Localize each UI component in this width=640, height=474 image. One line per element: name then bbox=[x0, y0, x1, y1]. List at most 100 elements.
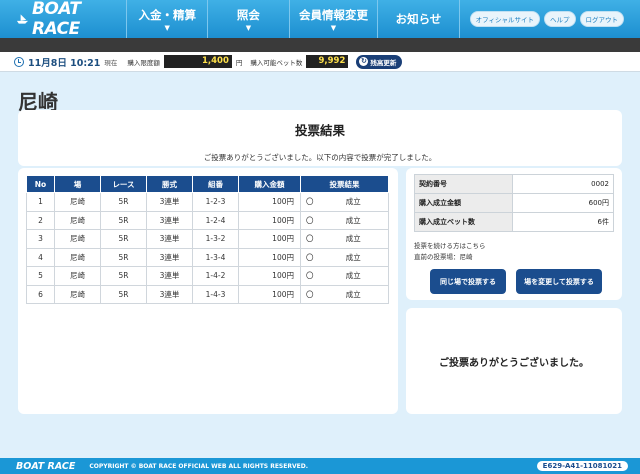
boat-logo-icon bbox=[16, 14, 29, 24]
footer-logo: BOAT RACE bbox=[16, 460, 76, 472]
summary-row: 購入成立金額 600円 bbox=[414, 193, 614, 213]
cell-no: 5 bbox=[26, 266, 55, 286]
status-bar: 11月8日 10:21 現在 購入限度額 1,400 円 購入可能ベット数 9,… bbox=[0, 52, 640, 72]
official-site-link[interactable]: オフィシャルサイト bbox=[469, 11, 540, 27]
nav-news[interactable]: お知らせ bbox=[377, 0, 458, 38]
cell-type: 3連単 bbox=[146, 229, 193, 249]
limit-value: 1,400 bbox=[163, 55, 232, 68]
nav-member-info[interactable]: 会員情報変更 ▼ bbox=[288, 0, 378, 38]
help-link[interactable]: ヘルプ bbox=[544, 11, 576, 27]
cell-no: 1 bbox=[26, 192, 55, 212]
session-code: E629-A41-11081021 bbox=[536, 461, 628, 471]
cell-mark: 〇 bbox=[300, 210, 319, 230]
cell-status: 成立 bbox=[318, 210, 389, 230]
nav-member-info-label: 会員情報変更 bbox=[298, 7, 368, 22]
cell-no: 3 bbox=[26, 229, 55, 249]
cell-venue: 尼崎 bbox=[54, 247, 101, 267]
cell-type: 3連単 bbox=[146, 266, 193, 286]
col-venue: 場 bbox=[54, 175, 101, 193]
cell-mark: 〇 bbox=[300, 266, 319, 286]
cell-venue: 尼崎 bbox=[54, 284, 101, 304]
refresh-balance-button[interactable]: ↻ 残高更新 bbox=[356, 54, 403, 69]
nav-deposit[interactable]: 入金・精算 ▼ bbox=[126, 0, 207, 38]
cell-status: 成立 bbox=[318, 229, 389, 249]
cell-mark: 〇 bbox=[300, 284, 319, 304]
contract-no-label: 契約番号 bbox=[414, 174, 513, 194]
prev-venue-text: 直前の投票場：尼崎 bbox=[414, 253, 473, 261]
bet-count-label: 購入成立ベット数 bbox=[414, 212, 513, 232]
nav-inquiry[interactable]: 照会 ▼ bbox=[207, 0, 288, 38]
col-result: 投票結果 bbox=[300, 175, 389, 193]
cell-combo: 1-4-2 bbox=[192, 266, 239, 286]
cell-race: 5R bbox=[100, 229, 147, 249]
cell-status: 成立 bbox=[318, 266, 389, 286]
cell-mark: 〇 bbox=[300, 229, 319, 249]
cell-race: 5R bbox=[100, 266, 147, 286]
top-nav: BOAT RACE 入金・精算 ▼ 照会 ▼ 会員情報変更 ▼ お知らせ オフィ… bbox=[0, 0, 640, 39]
result-message: ご投票ありがとうございました。以下の内容で投票が完了しました。 bbox=[203, 153, 437, 162]
cell-status: 成立 bbox=[318, 247, 389, 267]
cell-no: 6 bbox=[26, 284, 55, 304]
cell-type: 3連単 bbox=[146, 284, 193, 304]
nav-deposit-label: 入金・精算 bbox=[138, 7, 196, 22]
logout-link[interactable]: ログアウト bbox=[579, 11, 624, 27]
yen-unit: 円 bbox=[235, 58, 243, 67]
datetime: 11月8日 10:21 bbox=[28, 57, 101, 69]
table-row: 3 尼崎 5R 3連単 1-3-2 100円 〇 成立 bbox=[26, 229, 389, 249]
table-header-row: No 場 レース 勝式 組番 購入金額 投票結果 bbox=[26, 175, 389, 193]
continue-text: 投票を続ける方はこちら bbox=[414, 242, 486, 250]
clock-icon bbox=[14, 56, 24, 67]
summary-table: 契約番号 0002 購入成立金額 600円 購入成立ベット数 6件 bbox=[414, 174, 614, 232]
cell-amount: 100円 bbox=[238, 229, 301, 249]
result-heading-panel: 投票結果 ご投票ありがとうございました。以下の内容で投票が完了しました。 bbox=[18, 110, 622, 166]
table-row: 1 尼崎 5R 3連単 1-2-3 100円 〇 成立 bbox=[26, 192, 389, 212]
cell-combo: 1-4-3 bbox=[192, 284, 239, 304]
cell-no: 2 bbox=[26, 210, 55, 230]
thanks-message: ご投票ありがとうございました。 bbox=[439, 357, 589, 369]
cell-status: 成立 bbox=[318, 284, 389, 304]
cell-amount: 100円 bbox=[238, 192, 301, 212]
bet-count-value: 6件 bbox=[512, 212, 614, 232]
nav-news-label: お知らせ bbox=[395, 12, 442, 26]
cell-race: 5R bbox=[100, 210, 147, 230]
nav-inquiry-label: 照会 bbox=[236, 7, 260, 22]
logo-text: BOAT RACE bbox=[31, 0, 81, 39]
cell-status: 成立 bbox=[318, 192, 389, 212]
cell-mark: 〇 bbox=[300, 192, 319, 212]
table-row: 4 尼崎 5R 3連単 1-3-4 100円 〇 成立 bbox=[26, 247, 389, 267]
header-links: オフィシャルサイト ヘルプ ログアウト bbox=[458, 0, 640, 38]
chevron-down-icon: ▼ bbox=[164, 23, 170, 32]
cell-amount: 100円 bbox=[238, 210, 301, 230]
cell-race: 5R bbox=[100, 284, 147, 304]
cell-venue: 尼崎 bbox=[54, 229, 101, 249]
cell-venue: 尼崎 bbox=[54, 192, 101, 212]
summary-panel: 契約番号 0002 購入成立金額 600円 購入成立ベット数 6件 投票を続ける… bbox=[406, 168, 622, 300]
col-type: 勝式 bbox=[146, 175, 193, 193]
contract-no-value: 0002 bbox=[512, 174, 614, 194]
table-row: 5 尼崎 5R 3連単 1-4-2 100円 〇 成立 bbox=[26, 266, 389, 286]
bets-label: 購入可能ベット数 bbox=[250, 58, 303, 67]
refresh-icon: ↻ bbox=[359, 57, 369, 66]
result-heading: 投票結果 bbox=[294, 123, 345, 138]
summary-row: 契約番号 0002 bbox=[414, 174, 614, 194]
same-venue-button[interactable]: 同じ場で投票する bbox=[430, 269, 506, 294]
change-venue-button[interactable]: 場を変更して投票する bbox=[516, 269, 602, 294]
cell-amount: 100円 bbox=[238, 247, 301, 267]
cell-type: 3連単 bbox=[146, 192, 193, 212]
amount-label: 購入成立金額 bbox=[414, 193, 513, 213]
refresh-label: 残高更新 bbox=[370, 58, 397, 67]
thanks-panel: ご投票ありがとうございました。 bbox=[406, 308, 622, 414]
chevron-down-icon: ▼ bbox=[245, 23, 252, 32]
col-race: レース bbox=[100, 175, 147, 193]
continue-info: 投票を続ける方はこちら 直前の投票場：尼崎 bbox=[414, 241, 486, 263]
cell-venue: 尼崎 bbox=[54, 266, 101, 286]
current-label: 現在 bbox=[104, 58, 118, 67]
table-row: 6 尼崎 5R 3連単 1-4-3 100円 〇 成立 bbox=[26, 284, 389, 304]
result-table: No 場 レース 勝式 組番 購入金額 投票結果 1 尼崎 5R 3連単 1-2… bbox=[26, 175, 389, 304]
boatrace-logo[interactable]: BOAT RACE bbox=[0, 0, 126, 39]
bets-value: 9,992 bbox=[306, 55, 349, 68]
col-no: No bbox=[26, 175, 55, 193]
cell-venue: 尼崎 bbox=[54, 210, 101, 230]
col-amount: 購入金額 bbox=[238, 175, 301, 193]
summary-row: 購入成立ベット数 6件 bbox=[414, 212, 614, 232]
